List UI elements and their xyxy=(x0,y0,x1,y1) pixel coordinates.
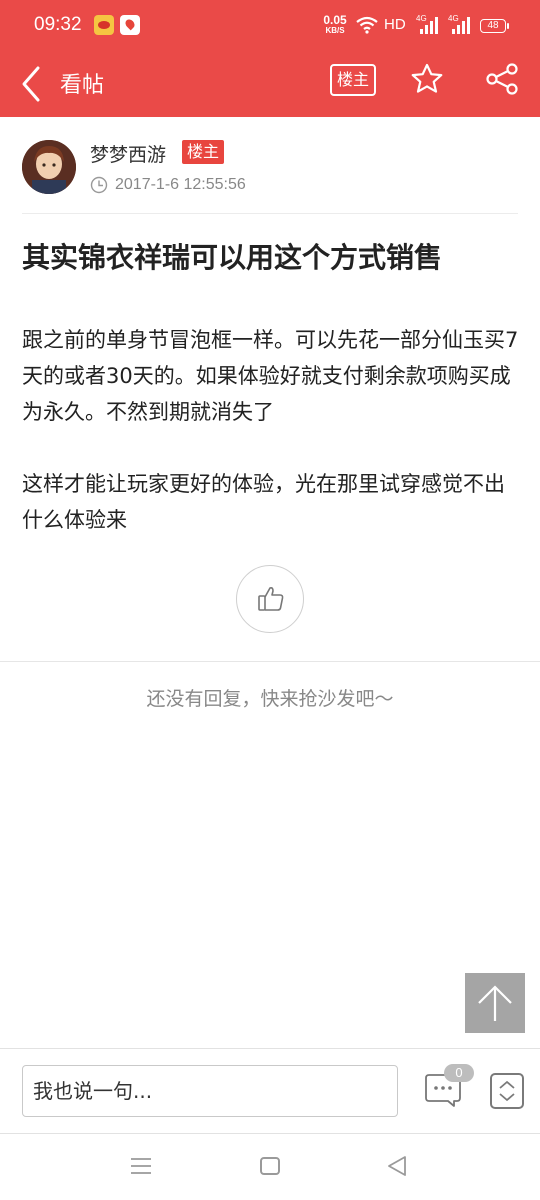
clock-icon xyxy=(90,176,108,194)
op-badge: 楼主 xyxy=(182,140,225,164)
status-time: 09:32 xyxy=(34,14,82,35)
signal-icon: 4G xyxy=(416,14,438,34)
share-icon[interactable] xyxy=(484,62,520,96)
wifi-icon xyxy=(356,16,378,34)
author-avatar[interactable] xyxy=(22,140,76,194)
network-speed-unit: KB/S xyxy=(325,26,345,35)
floor-navigation-button[interactable] xyxy=(490,1073,524,1109)
header-divider xyxy=(22,213,518,214)
weibo-notification-icon xyxy=(94,15,114,35)
thumbs-up-icon xyxy=(258,587,284,611)
post-timestamp: 2017-1-6 12:55:56 xyxy=(115,176,246,193)
post-paragraph: 这样才能让玩家更好的体验，光在那里试穿感觉不出什么体验来 xyxy=(22,472,505,532)
star-icon[interactable] xyxy=(410,62,444,96)
hd-label: HD xyxy=(384,16,406,33)
like-button[interactable] xyxy=(236,565,304,633)
maps-notification-icon xyxy=(120,15,140,35)
status-bar: 09:32 0.05 KB/S HD 4G 4G 48 xyxy=(0,0,540,52)
post-body: 跟之前的单身节冒泡框一样。可以先花一部分仙玉买7天的或者30天的。如果体验好就支… xyxy=(22,322,522,574)
only-op-button[interactable]: 楼主 xyxy=(330,64,376,96)
post-paragraph: 跟之前的单身节冒泡框一样。可以先花一部分仙玉买7天的或者30天的。如果体验好就支… xyxy=(22,328,519,424)
network-speed-value: 0.05 xyxy=(323,13,347,27)
home-icon[interactable] xyxy=(260,1157,280,1175)
signal-label: 4G xyxy=(416,14,427,23)
network-speed: 0.05 KB/S xyxy=(322,14,348,35)
section-divider xyxy=(0,661,540,662)
navbar: 看帖 楼主 xyxy=(0,52,540,117)
empty-replies-text: 还没有回复，快来抢沙发吧～ xyxy=(146,688,394,710)
signal-label: 4G xyxy=(448,14,459,23)
back-to-top-button[interactable] xyxy=(465,973,525,1033)
reply-bar-divider xyxy=(0,1048,540,1049)
battery-icon: 48 xyxy=(480,19,509,33)
chevron-up-down-icon xyxy=(499,1080,515,1102)
page-title: 看帖 xyxy=(60,73,105,98)
back-icon[interactable] xyxy=(18,64,44,104)
reply-input[interactable]: 我也说一句... xyxy=(22,1065,398,1117)
avatar-image xyxy=(22,140,76,194)
arrow-up-icon xyxy=(478,985,512,1021)
signal-icon: 4G xyxy=(448,14,470,34)
system-nav-divider xyxy=(0,1133,540,1134)
post-title: 其实锦衣祥瑞可以用这个方式销售 xyxy=(22,241,443,274)
menu-icon[interactable] xyxy=(130,1157,152,1175)
author-name[interactable]: 梦梦西游 xyxy=(90,140,166,167)
system-back-icon[interactable] xyxy=(386,1155,408,1177)
comment-count-badge: 0 xyxy=(444,1064,474,1082)
